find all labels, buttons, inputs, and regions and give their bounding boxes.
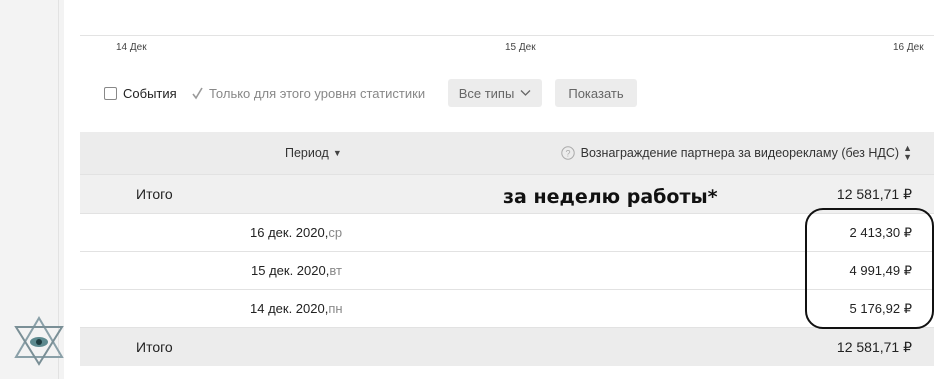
annotation-text: за неделю работы* (503, 186, 718, 208)
table-header: Период ▼ ? Вознаграждение партнера за ви… (80, 132, 934, 175)
date-text: 14 дек. 2020, (250, 301, 329, 316)
chart-tick-label: 15 Дек (505, 42, 536, 53)
row-date: 14 дек. 2020, пн (250, 290, 343, 327)
row-date: 16 дек. 2020, ср (250, 214, 342, 251)
row-date: 15 дек. 2020, вт (251, 252, 342, 289)
footer-total-value: 12 581,71 ₽ (836, 338, 912, 355)
level-only-checkbox-label: Только для этого уровня статистики (209, 85, 426, 101)
period-column-header[interactable]: Период ▼ (285, 132, 342, 174)
level-only-checkbox[interactable]: Только для этого уровня статистики (191, 79, 425, 107)
date-text: 15 дек. 2020, (251, 263, 330, 278)
chart-tick-label: 14 Дек (116, 42, 147, 53)
chevron-down-icon (520, 90, 531, 96)
events-checkbox-label: События (123, 85, 177, 101)
date-text: 16 дек. 2020, (250, 225, 329, 240)
types-select[interactable]: Все типы (448, 79, 542, 107)
reward-header-label: Вознаграждение партнера за видеорекламу … (580, 146, 900, 160)
reward-column-header[interactable]: ? Вознаграждение партнера за видеореклам… (560, 132, 912, 174)
watermark-logo-icon (14, 316, 64, 366)
show-button[interactable]: Показать (555, 79, 637, 107)
weekday-text: ср (328, 225, 343, 240)
help-icon[interactable]: ? (560, 146, 575, 160)
total-label: Итого (136, 186, 173, 202)
table-footer-total: Итого 12 581,71 ₽ (80, 328, 934, 366)
types-select-value: Все типы (458, 85, 515, 101)
footer-total-label: Итого (136, 339, 173, 355)
chart-baseline (80, 35, 934, 36)
weekday-text: пн (328, 301, 343, 316)
weekday-text: вт (329, 263, 342, 278)
highlight-circle (805, 208, 934, 329)
checkmark-icon[interactable] (191, 87, 204, 100)
svg-text:?: ? (565, 148, 570, 158)
sort-toggle-icon: ▲ ▼ (903, 143, 912, 162)
events-checkbox[interactable]: События (104, 79, 177, 107)
checkbox-unchecked-icon[interactable] (104, 86, 117, 100)
sort-desc-icon: ▼ (332, 148, 342, 158)
period-header-label: Период (285, 146, 329, 160)
chart-tick-label: 16 Дек (893, 42, 924, 53)
page: 14 Дек 15 Дек 16 Дек События Только для … (0, 0, 942, 379)
